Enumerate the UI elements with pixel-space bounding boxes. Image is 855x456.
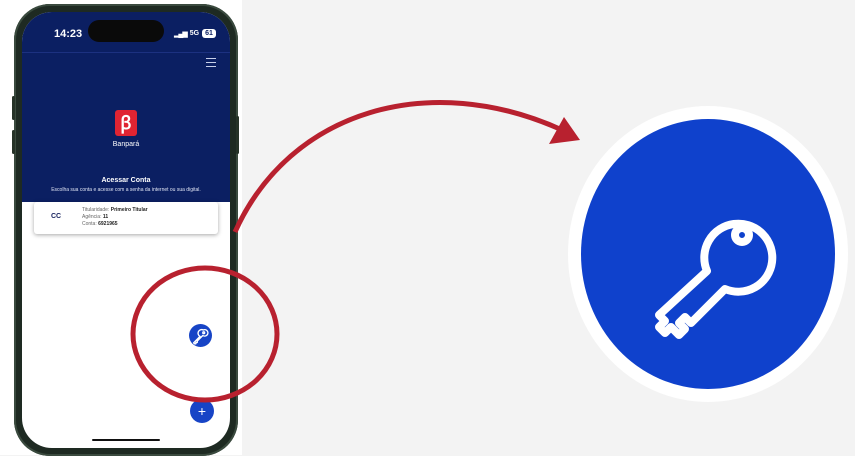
highlight-circle bbox=[130, 265, 280, 403]
arrow-head bbox=[549, 117, 580, 144]
annotation-arrow bbox=[232, 100, 564, 234]
key-icon bbox=[655, 219, 777, 339]
zoomed-key-button bbox=[581, 119, 835, 389]
